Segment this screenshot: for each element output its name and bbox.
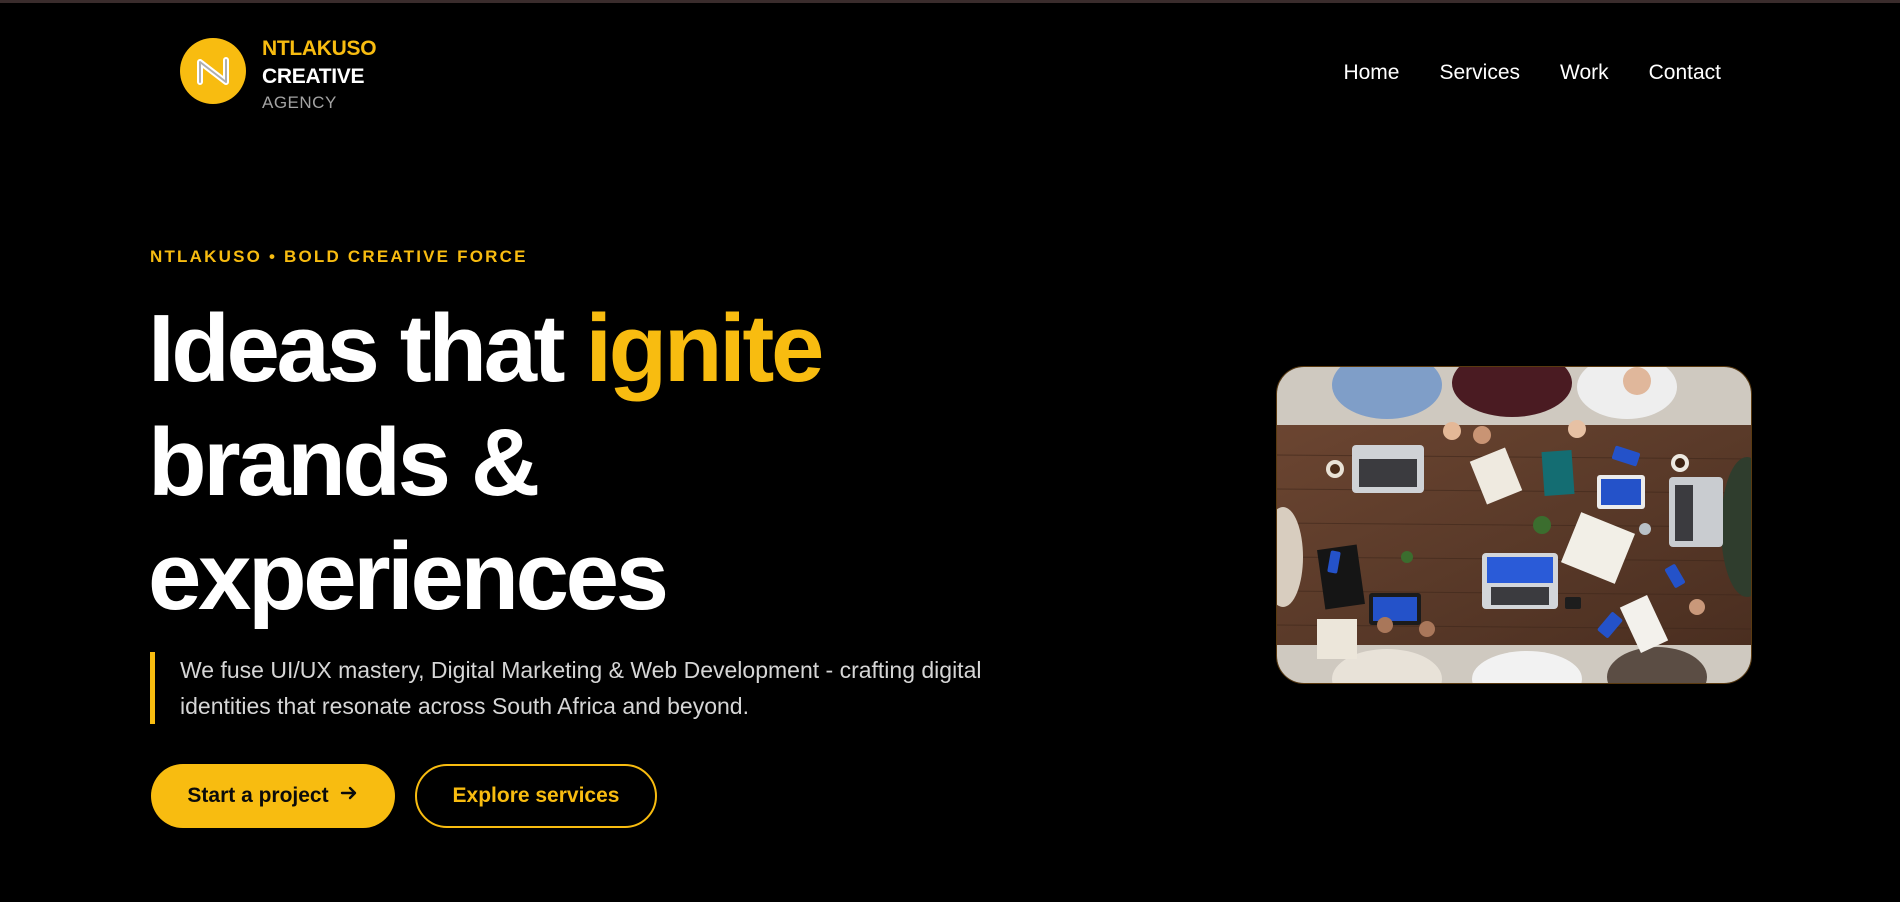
team-meeting-photo (1276, 366, 1752, 684)
brand-name-secondary: CREATIVE (262, 65, 365, 88)
n-monogram-icon (180, 38, 246, 104)
brand-logo-link[interactable]: NTLAKUSO CREATIVE AGENCY (180, 37, 377, 115)
explore-services-label: Explore services (452, 784, 620, 807)
top-border (0, 0, 1900, 3)
headline-accent: ignite (585, 295, 824, 402)
arrow-right-icon (339, 783, 359, 809)
hero-kicker: NTLAKUSO • BOLD CREATIVE FORCE (150, 247, 528, 266)
headline-part1: Ideas that (148, 295, 586, 402)
start-project-button[interactable]: Start a project (151, 764, 395, 828)
nav-item-work[interactable]: Work (1560, 60, 1609, 86)
headline-line3: experiences (148, 523, 669, 630)
start-project-label: Start a project (187, 784, 329, 807)
main-nav: Home Services Work Contact (1343, 60, 1721, 86)
explore-services-button[interactable]: Explore services (415, 764, 657, 828)
hero-headline: Ideas that ignite brands & experiences (148, 292, 824, 634)
headline-line2: brands & (148, 409, 540, 516)
nav-item-services[interactable]: Services (1439, 60, 1520, 86)
nav-item-contact[interactable]: Contact (1649, 60, 1721, 86)
brand-tagline: AGENCY (262, 93, 337, 112)
nav-item-home[interactable]: Home (1343, 60, 1399, 86)
hero-subtext: We fuse UI/UX mastery, Digital Marketing… (150, 652, 1010, 724)
brand-name-primary: NTLAKUSO (262, 37, 377, 60)
